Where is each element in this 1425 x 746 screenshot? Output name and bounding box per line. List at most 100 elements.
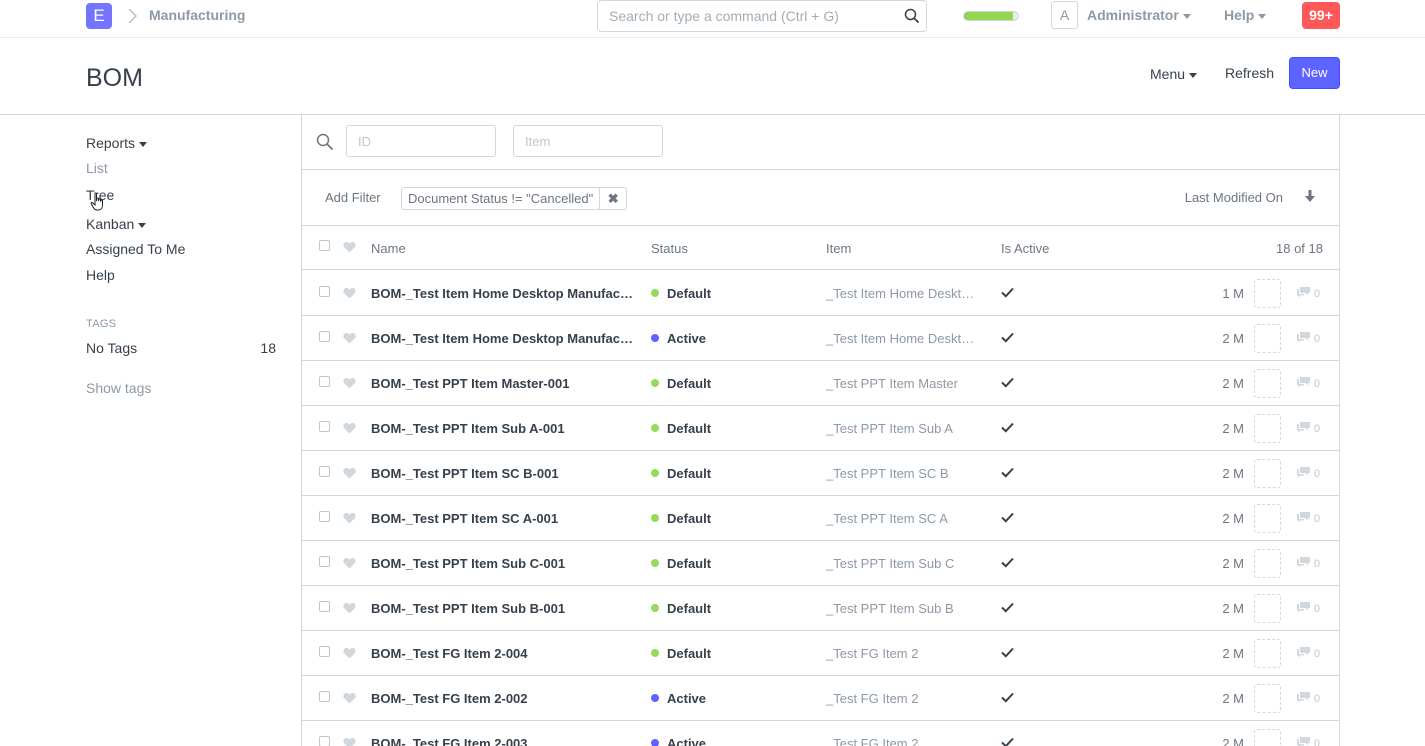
heart-icon[interactable]: [343, 241, 356, 253]
row-name-link[interactable]: BOM-_Test PPT Item SC B-001: [371, 466, 633, 481]
sidebar-item-reports[interactable]: Reports: [86, 135, 148, 151]
assign-avatar-placeholder[interactable]: [1254, 639, 1281, 668]
search-icon[interactable]: [904, 8, 920, 24]
refresh-button[interactable]: Refresh: [1225, 65, 1274, 81]
row-checkbox[interactable]: [319, 736, 330, 746]
assign-avatar-placeholder[interactable]: [1254, 729, 1281, 746]
heart-icon[interactable]: [343, 557, 356, 569]
menu-label: Menu: [1150, 66, 1186, 82]
sidebar-item-no-tags[interactable]: No Tags: [86, 340, 137, 356]
filter-tag-label[interactable]: Document Status != "Cancelled": [402, 188, 601, 209]
row-name-link[interactable]: BOM-_Test PPT Item Sub C-001: [371, 556, 633, 571]
comment-count[interactable]: 0: [1296, 421, 1320, 435]
help-menu[interactable]: Help: [1224, 7, 1267, 23]
filter-tag[interactable]: Document Status != "Cancelled" ✖: [401, 187, 628, 210]
table-row[interactable]: BOM-_Test Item Home Desktop Manufactured…: [302, 316, 1339, 361]
table-row[interactable]: BOM-_Test PPT Item Master-001 Default _T…: [302, 361, 1339, 406]
table-row[interactable]: BOM-_Test FG Item 2-004 Default _Test FG…: [302, 631, 1339, 676]
assign-avatar-placeholder[interactable]: [1254, 504, 1281, 533]
sidebar-item-kanban[interactable]: Kanban: [86, 216, 147, 232]
sort-descending-icon[interactable]: [1305, 190, 1315, 203]
menu-button[interactable]: Menu: [1150, 66, 1198, 82]
comment-count[interactable]: 0: [1296, 466, 1320, 480]
row-item: _Test FG Item 2: [826, 691, 919, 706]
row-checkbox[interactable]: [319, 556, 330, 567]
notifications-badge[interactable]: 99+: [1302, 2, 1340, 29]
heart-icon[interactable]: [343, 512, 356, 524]
row-name-link[interactable]: BOM-_Test PPT Item Sub B-001: [371, 601, 633, 616]
table-row[interactable]: BOM-_Test FG Item 2-003 Active _Test FG …: [302, 721, 1339, 746]
row-name-link[interactable]: BOM-_Test PPT Item SC A-001: [371, 511, 633, 526]
comment-count[interactable]: 0: [1296, 691, 1320, 705]
table-row[interactable]: BOM-_Test FG Item 2-002 Active _Test FG …: [302, 676, 1339, 721]
heart-icon[interactable]: [343, 332, 356, 344]
row-name-link[interactable]: BOM-_Test Item Home Desktop Manufactured…: [371, 331, 633, 346]
table-row[interactable]: BOM-_Test PPT Item SC B-001 Default _Tes…: [302, 451, 1339, 496]
remove-filter-icon[interactable]: ✖: [600, 188, 626, 209]
comment-count[interactable]: 0: [1296, 601, 1320, 615]
comment-count[interactable]: 0: [1296, 511, 1320, 525]
assign-avatar-placeholder[interactable]: [1254, 414, 1281, 443]
heart-icon[interactable]: [343, 737, 356, 746]
assign-avatar-placeholder[interactable]: [1254, 279, 1281, 308]
avatar[interactable]: A: [1051, 1, 1078, 29]
row-name-link[interactable]: BOM-_Test FG Item 2-003: [371, 736, 633, 746]
comment-count[interactable]: 0: [1296, 556, 1320, 570]
show-tags-link[interactable]: Show tags: [86, 380, 151, 396]
table-row[interactable]: BOM-_Test PPT Item Sub C-001 Default _Te…: [302, 541, 1339, 586]
comment-count[interactable]: 0: [1296, 331, 1320, 345]
heart-icon[interactable]: [343, 602, 356, 614]
setup-progress-bar[interactable]: [963, 11, 1019, 21]
add-filter-button[interactable]: Add Filter: [325, 190, 381, 205]
heart-icon[interactable]: [343, 377, 356, 389]
assign-avatar-placeholder[interactable]: [1254, 324, 1281, 353]
new-button[interactable]: New: [1289, 57, 1340, 89]
row-checkbox[interactable]: [319, 511, 330, 522]
heart-icon[interactable]: [343, 692, 356, 704]
comment-count[interactable]: 0: [1296, 646, 1320, 660]
row-checkbox[interactable]: [319, 286, 330, 297]
status-indicator: Active: [651, 736, 706, 746]
row-checkbox[interactable]: [319, 646, 330, 657]
heart-icon[interactable]: [343, 287, 356, 299]
heart-icon[interactable]: [343, 647, 356, 659]
app-logo[interactable]: E: [86, 3, 112, 29]
assign-avatar-placeholder[interactable]: [1254, 459, 1281, 488]
select-all-checkbox[interactable]: [319, 240, 330, 251]
row-checkbox[interactable]: [319, 691, 330, 702]
row-checkbox[interactable]: [319, 376, 330, 387]
comment-count[interactable]: 0: [1296, 286, 1320, 300]
row-checkbox[interactable]: [319, 331, 330, 342]
id-filter-input[interactable]: [347, 126, 495, 156]
modified-time: 1 M: [1222, 286, 1244, 301]
sidebar-item-help[interactable]: Help: [86, 267, 115, 283]
table-row[interactable]: BOM-_Test PPT Item SC A-001 Default _Tes…: [302, 496, 1339, 541]
sidebar-item-assigned-to-me[interactable]: Assigned To Me: [86, 241, 185, 257]
user-menu[interactable]: Administrator: [1087, 7, 1191, 23]
row-name-link[interactable]: BOM-_Test FG Item 2-002: [371, 691, 633, 706]
comment-count[interactable]: 0: [1296, 376, 1320, 390]
row-name-link[interactable]: BOM-_Test PPT Item Sub A-001: [371, 421, 633, 436]
assign-avatar-placeholder[interactable]: [1254, 369, 1281, 398]
search-input[interactable]: [598, 1, 888, 31]
assign-avatar-placeholder[interactable]: [1254, 594, 1281, 623]
row-checkbox[interactable]: [319, 601, 330, 612]
heart-icon[interactable]: [343, 422, 356, 434]
row-name-link[interactable]: BOM-_Test PPT Item Master-001: [371, 376, 633, 391]
table-row[interactable]: BOM-_Test PPT Item Sub A-001 Default _Te…: [302, 406, 1339, 451]
table-row[interactable]: BOM-_Test Item Home Desktop Manufactured…: [302, 271, 1339, 316]
item-filter-input[interactable]: [514, 126, 662, 156]
assign-avatar-placeholder[interactable]: [1254, 684, 1281, 713]
heart-icon[interactable]: [343, 467, 356, 479]
row-checkbox[interactable]: [319, 466, 330, 477]
sort-selector[interactable]: Last Modified On: [1185, 190, 1283, 205]
row-name-link[interactable]: BOM-_Test FG Item 2-004: [371, 646, 633, 661]
assign-avatar-placeholder[interactable]: [1254, 549, 1281, 578]
sidebar-item-list[interactable]: List: [86, 160, 108, 176]
row-name-link[interactable]: BOM-_Test Item Home Desktop Manufactured…: [371, 286, 633, 301]
breadcrumb-manufacturing[interactable]: Manufacturing: [149, 7, 245, 23]
modified-time: 2 M: [1222, 691, 1244, 706]
row-checkbox[interactable]: [319, 421, 330, 432]
table-row[interactable]: BOM-_Test PPT Item Sub B-001 Default _Te…: [302, 586, 1339, 631]
comment-count[interactable]: 0: [1296, 736, 1320, 746]
